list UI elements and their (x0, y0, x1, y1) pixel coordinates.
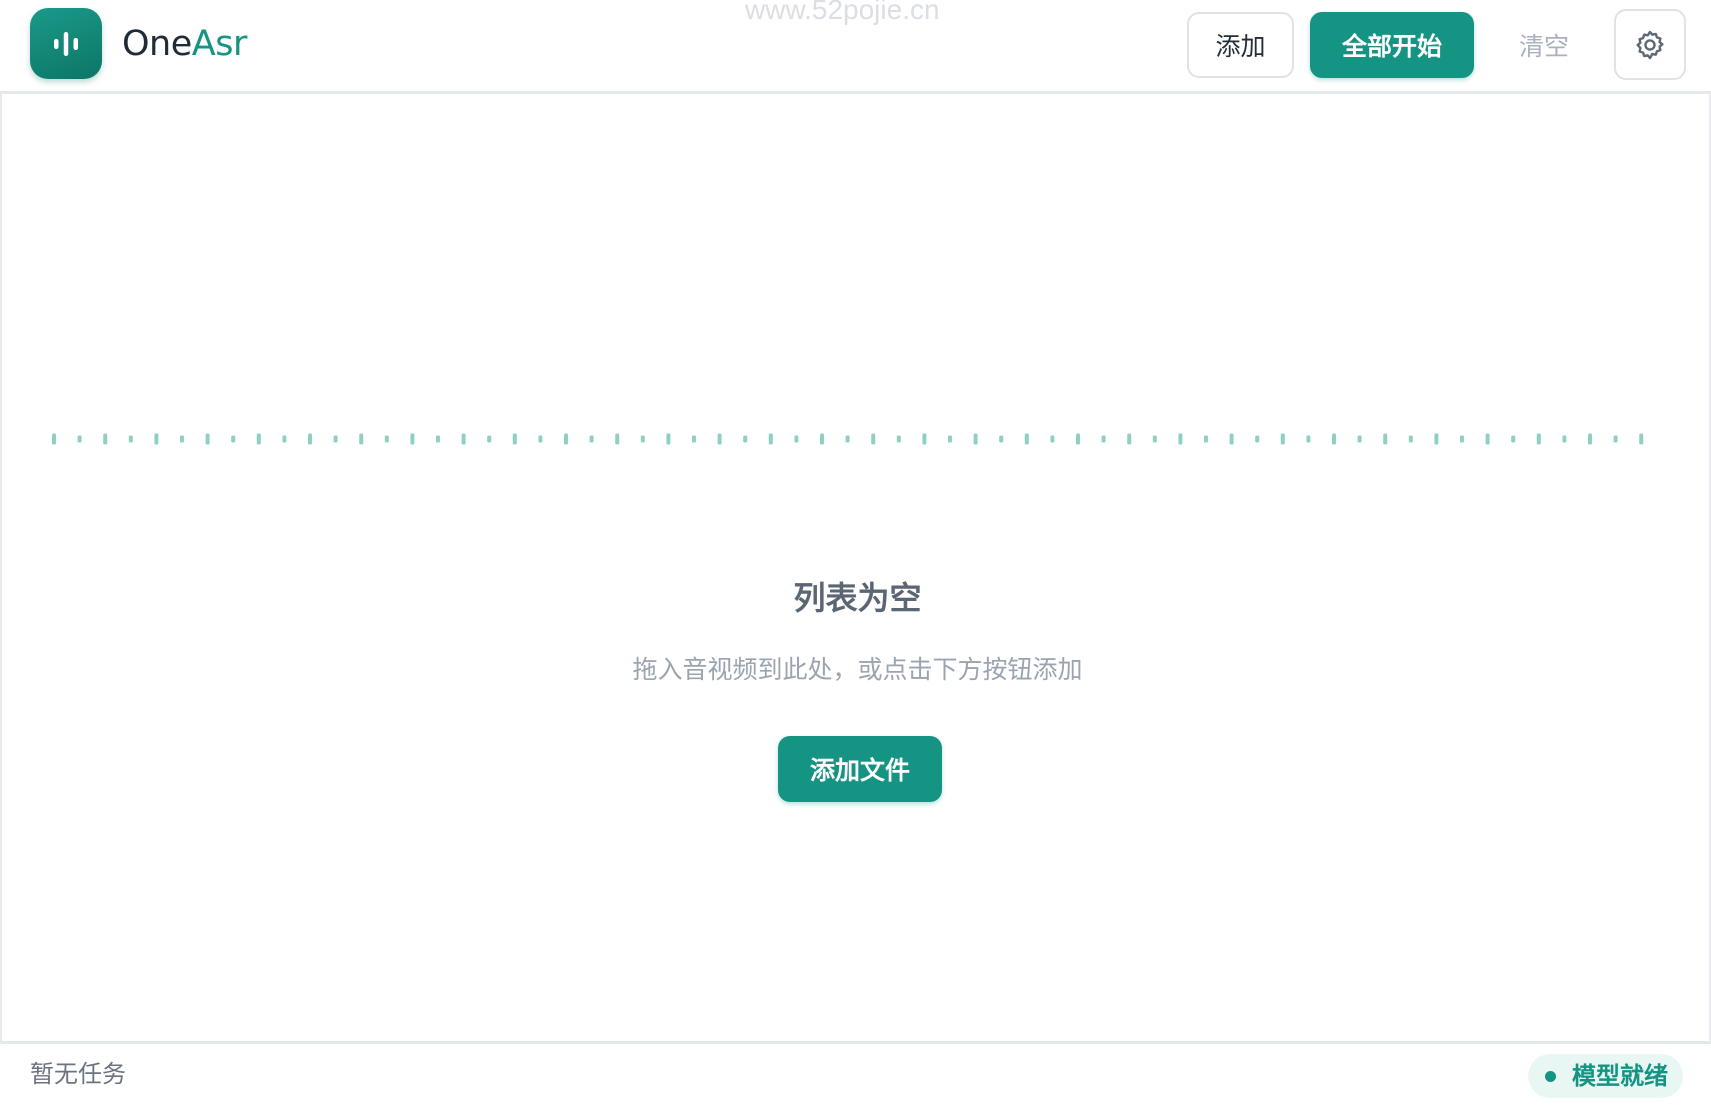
waveform-tick (896, 435, 901, 443)
waveform-tick (1229, 433, 1234, 445)
waveform-tick (973, 433, 978, 445)
empty-list-title: 列表为空 (793, 579, 922, 617)
settings-button[interactable] (1614, 9, 1686, 80)
model-status-text: 模型就绪 (1572, 1062, 1668, 1090)
waveform-tick (436, 435, 440, 443)
waveform-tick (564, 433, 568, 445)
waveform-tick (1460, 435, 1464, 443)
waveform-tick (205, 433, 210, 445)
file-drop-zone[interactable]: 列表为空 拖入音视频到此处，或点击下方按钮添加 添加文件 (0, 94, 1711, 1044)
waveform-tick (231, 435, 236, 443)
waveform-tick (922, 433, 927, 445)
status-dot-icon (1545, 1070, 1556, 1082)
waveform-tick (359, 433, 364, 445)
waveform-tick (589, 435, 594, 443)
waveform-tick (1383, 433, 1388, 445)
add-button[interactable]: 添加 (1187, 12, 1294, 78)
waveform-tick (1306, 435, 1311, 443)
waveform-tick (1204, 435, 1208, 443)
waveform-tick (1332, 433, 1336, 445)
waveform-tick (1639, 433, 1644, 445)
waveform-tick (1434, 433, 1439, 445)
gear-icon (1636, 30, 1664, 59)
app-window: OneAsr 添加 全部开始 清空 列表为空 拖入音视频到此处，或点击下方按钮添… (0, 0, 1711, 1105)
waveform-tick (333, 435, 338, 443)
waveform-tick (1050, 435, 1055, 443)
waveform-tick (794, 435, 799, 443)
waveform-tick (538, 435, 543, 443)
app-brand-name: OneAsr (122, 22, 247, 66)
waveform-tick (52, 433, 56, 445)
waveform-tick (1408, 435, 1413, 443)
waveform-tick (1588, 433, 1592, 445)
waveform-tick (1101, 435, 1106, 443)
waveform-tick (1076, 433, 1080, 445)
waveform-decoration (52, 433, 1644, 445)
waveform-tick (1255, 435, 1260, 443)
waveform-tick (308, 433, 312, 445)
status-bar: 暂无任务 模型就绪 (0, 1041, 1711, 1105)
waveform-tick (154, 433, 159, 445)
waveform-tick (487, 435, 492, 443)
waveform-tick (410, 433, 415, 445)
empty-list-hint: 拖入音视频到此处，或点击下方按钮添加 (632, 655, 1083, 684)
waveform-tick (820, 433, 824, 445)
model-status-badge: 模型就绪 (1528, 1054, 1683, 1098)
app-logo (30, 8, 102, 79)
waveform-tick (1536, 433, 1541, 445)
task-status-text: 暂无任务 (30, 1060, 126, 1088)
waveform-tick (640, 435, 645, 443)
waveform-tick (180, 435, 184, 443)
watermark-text: www.52pojie.cn (745, 0, 940, 25)
waveform-tick (282, 435, 287, 443)
waveform-tick (1613, 435, 1618, 443)
waveform-tick (512, 433, 517, 445)
waveform-tick (871, 433, 876, 445)
waveform-tick (666, 433, 671, 445)
waveform-tick (1178, 433, 1183, 445)
waveform-tick (128, 435, 133, 443)
waveform-tick (1357, 435, 1362, 443)
clear-button[interactable]: 清空 (1498, 12, 1590, 78)
waveform-tick (615, 433, 620, 445)
waveform-tick (1127, 433, 1132, 445)
add-file-button[interactable]: 添加文件 (778, 736, 942, 802)
waveform-tick (1280, 433, 1285, 445)
brand-name-asr: Asr (191, 24, 248, 64)
waveform-tick (1152, 435, 1157, 443)
waveform-tick (1511, 435, 1516, 443)
waveform-tick (103, 433, 108, 445)
start-all-button[interactable]: 全部开始 (1310, 12, 1474, 78)
brand-name-one: One (122, 24, 192, 64)
waveform-tick (384, 435, 389, 443)
waveform-tick (1024, 433, 1029, 445)
waveform-tick (77, 435, 82, 443)
waveform-tick (256, 433, 261, 445)
waveform-tick (999, 435, 1004, 443)
sound-wave-icon (54, 32, 78, 56)
waveform-tick (743, 435, 748, 443)
waveform-tick (845, 435, 850, 443)
waveform-tick (768, 433, 773, 445)
waveform-tick (717, 433, 722, 445)
waveform-tick (461, 433, 466, 445)
waveform-tick (948, 435, 952, 443)
waveform-tick (692, 435, 696, 443)
waveform-tick (1485, 433, 1490, 445)
waveform-tick (1562, 435, 1567, 443)
